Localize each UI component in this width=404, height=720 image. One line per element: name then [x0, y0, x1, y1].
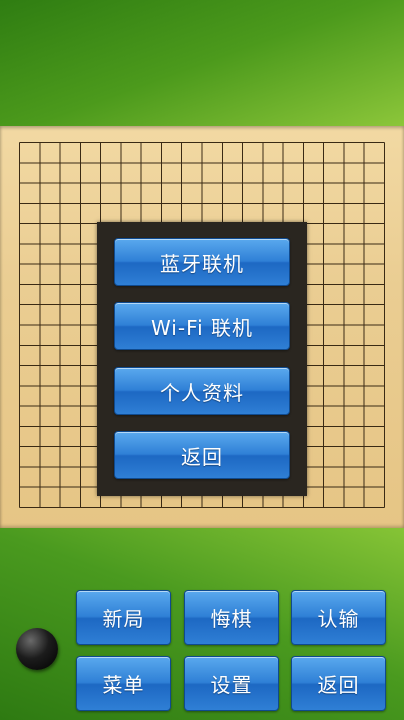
resign-button[interactable]: 认输	[291, 590, 386, 645]
undo-button[interactable]: 悔棋	[184, 590, 279, 645]
new-game-button[interactable]: 新局	[76, 590, 171, 645]
black-stone-indicator	[16, 628, 58, 670]
menu-button[interactable]: 菜单	[76, 656, 171, 711]
profile-button[interactable]: 个人资料	[114, 367, 290, 415]
menu-back-button[interactable]: 返回	[114, 431, 290, 479]
back-button[interactable]: 返回	[291, 656, 386, 711]
bluetooth-play-button[interactable]: 蓝牙联机	[114, 238, 290, 286]
settings-button[interactable]: 设置	[184, 656, 279, 711]
top-green-background	[0, 0, 404, 126]
wifi-play-button[interactable]: Wi-Fi 联机	[114, 302, 290, 350]
